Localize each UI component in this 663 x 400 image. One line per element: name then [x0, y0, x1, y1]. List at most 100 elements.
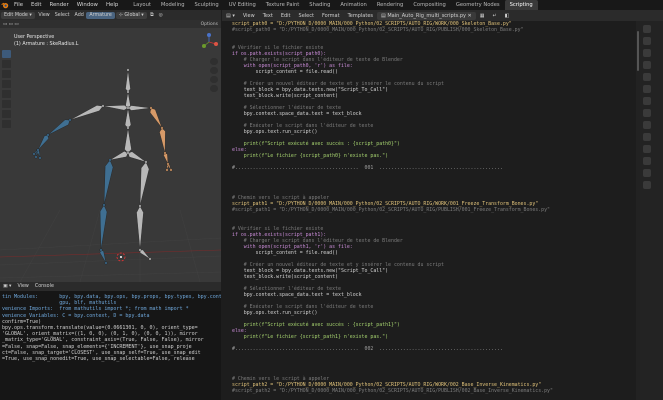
- workspace-tab-geometry-nodes[interactable]: Geometry Nodes: [451, 0, 505, 10]
- armature-skeleton[interactable]: [0, 10, 221, 282]
- workspace-tab-shading[interactable]: Shading: [304, 0, 335, 10]
- bone-joint: [101, 104, 105, 108]
- text-editor[interactable]: ▤ ▾ View Text Edit Select Format Templates ▤ …: [222, 10, 640, 400]
- pan-icon[interactable]: [210, 67, 218, 74]
- properties-tab-tool-icon[interactable]: [643, 25, 651, 33]
- console-menu-view[interactable]: View: [14, 284, 31, 289]
- bone-joint: [102, 203, 106, 207]
- workspace-tab-compositing[interactable]: Compositing: [408, 0, 451, 10]
- scale-tool-icon[interactable]: [2, 90, 11, 98]
- properties-tab-modifiers-icon[interactable]: [643, 109, 651, 117]
- bone-joint: [169, 168, 173, 172]
- bone-joint: [163, 151, 167, 155]
- editor-menu-text[interactable]: Text: [259, 13, 277, 19]
- workspace-tab-modeling[interactable]: Modeling: [156, 0, 190, 10]
- select-box-icon[interactable]: ▭ ▭ ▭: [0, 22, 22, 27]
- properties-tab-physics-icon[interactable]: [643, 133, 651, 141]
- measure-tool-icon[interactable]: [2, 120, 11, 128]
- code-area[interactable]: script_path0 = "D:/PYTHON_D/0000_MAIN/00…: [222, 21, 640, 394]
- viewport-menu-armature[interactable]: Armature: [86, 11, 115, 19]
- bone-joint: [126, 151, 130, 155]
- blender-logo-icon[interactable]: [0, 0, 10, 10]
- properties-tab-render-icon[interactable]: [643, 37, 651, 45]
- workspace-tab-layout[interactable]: Layout: [128, 0, 156, 10]
- bone: [99, 249, 107, 264]
- viewport-menu-add[interactable]: Add: [72, 13, 86, 18]
- navigation-gizmo[interactable]: [199, 32, 219, 52]
- syntax-highlight-icon[interactable]: ◧: [501, 13, 514, 19]
- editor-menu-select[interactable]: Select: [295, 13, 318, 19]
- move-tool-icon[interactable]: [2, 70, 11, 78]
- transform-tool-icon[interactable]: [2, 100, 11, 108]
- workspace-tab-sculpting[interactable]: Sculpting: [190, 0, 224, 10]
- console-editor-type-icon[interactable]: ▣ ▾: [0, 284, 14, 289]
- bone: [99, 204, 108, 251]
- editor-type-icon[interactable]: ▤ ▾: [222, 13, 239, 19]
- select-tool-icon[interactable]: [2, 50, 11, 58]
- bone-joint: [36, 148, 40, 152]
- bone-joint: [46, 133, 50, 137]
- proportional-icon[interactable]: ◎: [156, 13, 165, 18]
- workspace-tab-scripting[interactable]: Scripting: [504, 0, 538, 10]
- workspace-tab-animation[interactable]: Animation: [335, 0, 371, 10]
- rotate-tool-icon[interactable]: [2, 80, 11, 88]
- editor-menu-edit[interactable]: Edit: [277, 13, 295, 19]
- top-menu-edit[interactable]: Edit: [27, 2, 45, 8]
- top-menu-help[interactable]: Help: [102, 2, 122, 8]
- code-text: #script_path2 = "D:/PYTHON_D/0000_MAIN/0…: [232, 387, 553, 394]
- bone-joint: [126, 90, 130, 94]
- properties-tab-scene-icon[interactable]: [643, 73, 651, 81]
- properties-tab-object-icon[interactable]: [643, 97, 651, 105]
- console-output: tin Modules: bpy, bpy.data, bpy.ops, bpy…: [0, 291, 221, 362]
- console-menu-console[interactable]: Console: [32, 284, 57, 289]
- viewport-menu-select[interactable]: Select: [52, 13, 72, 18]
- code-text: print(f"Le fichier {script_path0} n'exis…: [232, 153, 389, 160]
- code-text: text_block.write(script_content): [232, 273, 338, 280]
- active-object-label: (1) Armature : SkeRadius.L: [14, 42, 79, 47]
- top-menu-render[interactable]: Render: [45, 2, 72, 8]
- line-numbers-icon[interactable]: ▦: [476, 13, 489, 19]
- editor-menu-format[interactable]: Format: [318, 13, 344, 19]
- word-wrap-icon[interactable]: ↵: [488, 13, 500, 19]
- code-line[interactable]: #script_path2 = "D:/PYTHON_D/0000_MAIN/0…: [222, 388, 640, 394]
- bone-joint: [126, 106, 130, 110]
- line-number: [222, 388, 232, 394]
- properties-panel[interactable]: [640, 10, 663, 400]
- properties-tab-particles-icon[interactable]: [643, 121, 651, 129]
- bone: [37, 134, 49, 151]
- editor-menu-view[interactable]: View: [239, 13, 259, 19]
- text-file-selector[interactable]: ▤ Main_Auto_Rig_multi_scripts.py ✕: [377, 11, 476, 20]
- properties-tab-world-icon[interactable]: [643, 85, 651, 93]
- ortho-toggle-icon[interactable]: [210, 85, 218, 92]
- code-text: #.......................................…: [232, 345, 503, 352]
- properties-tab-bone-constraint-icon[interactable]: [643, 181, 651, 189]
- python-console[interactable]: ▣ ▾ View Console tin Modules: bpy, bpy.d…: [0, 282, 221, 400]
- top-menu-window[interactable]: Window: [73, 2, 102, 8]
- cursor-tool-icon[interactable]: [2, 60, 11, 68]
- zoom-icon[interactable]: [210, 58, 218, 65]
- workspace-tab-texture-paint[interactable]: Texture Paint: [261, 0, 304, 10]
- properties-tab-view-layer-icon[interactable]: [643, 61, 651, 69]
- scrollbar-thumb[interactable]: [637, 31, 639, 71]
- snap-icon[interactable]: ⧉: [148, 12, 156, 18]
- bone-joint: [99, 248, 103, 252]
- top-menu-file[interactable]: File: [10, 2, 27, 8]
- workspace-tab-rendering[interactable]: Rendering: [372, 0, 409, 10]
- properties-tab-data-icon[interactable]: [643, 157, 651, 165]
- editor-menu-templates[interactable]: Templates: [344, 13, 377, 19]
- camera-icon[interactable]: [210, 76, 218, 83]
- properties-tabs: [640, 21, 663, 189]
- annotate-tool-icon[interactable]: [2, 110, 11, 118]
- mode-selector[interactable]: Edit Mode ▾: [1, 11, 35, 19]
- properties-tab-bone-icon[interactable]: [643, 169, 651, 177]
- viewport-3d[interactable]: Edit Mode ▾ View Select Add Armature ⊹ G…: [0, 10, 221, 282]
- bone-joint: [166, 162, 170, 166]
- workspace-tab-uv-editing[interactable]: UV Editing: [224, 0, 261, 10]
- code-text: #script_path1 = "D:/PYTHON_D/0000_MAIN/0…: [232, 207, 550, 214]
- top-bar: File Edit Render Window Help Layout Modeling S…: [0, 0, 663, 10]
- orientation-selector[interactable]: ⊹ Global ▾: [115, 11, 147, 19]
- viewport-menu-view[interactable]: View: [36, 13, 52, 18]
- properties-tab-constraints-icon[interactable]: [643, 145, 651, 153]
- properties-tab-output-icon[interactable]: [643, 49, 651, 57]
- options-dropdown[interactable]: Options: [198, 22, 221, 27]
